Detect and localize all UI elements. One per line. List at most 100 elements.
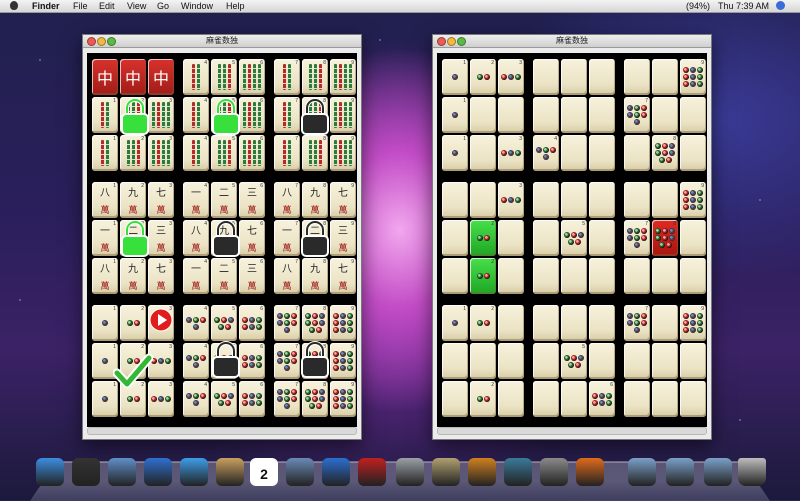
mahjong-tile[interactable] [624,182,650,218]
play-button-icon[interactable] [149,308,173,332]
mahjong-tile[interactable]: 2 [470,305,496,341]
mahjong-tile[interactable] [533,258,559,294]
mahjong-tile[interactable] [589,305,615,341]
documents-folder-icon[interactable] [666,458,694,486]
minimize-button[interactable] [97,37,106,46]
mahjong-tile[interactable] [589,135,615,171]
mahjong-tile[interactable] [498,381,524,417]
mahjong-tile[interactable]: 七萬3 [148,182,174,218]
mahjong-tile[interactable] [680,220,706,256]
ichat-icon[interactable] [180,458,208,486]
mahjong-tile[interactable]: 9 [330,59,356,95]
mahjong-tile[interactable] [442,343,468,379]
mahjong-tile[interactable] [442,381,468,417]
mahjong-tile[interactable]: 3 [498,182,524,218]
mahjong-tile[interactable] [652,305,678,341]
mahjong-tile[interactable]: 5 [561,220,587,256]
mahjong-tile[interactable] [589,182,615,218]
mahjong-tile[interactable] [680,258,706,294]
mahjong-tile[interactable] [498,258,524,294]
mahjong-tile[interactable] [533,220,559,256]
mahjong-tile[interactable]: 1 [92,135,118,171]
mahjong-tile[interactable]: 三萬9 [330,220,356,256]
mahjong-tile[interactable]: 4 [183,305,209,341]
mahjong-tile[interactable]: 二萬5 [211,258,237,294]
mahjong-tile[interactable]: 6 [239,343,265,379]
mahjong-tile[interactable] [498,343,524,379]
mahjong-tile[interactable] [624,135,650,171]
mahjong-tile[interactable]: 9 [330,305,356,341]
mahjong-tile[interactable] [589,59,615,95]
mahjong-tile[interactable] [680,97,706,133]
mail-icon[interactable] [108,458,136,486]
mahjong-tile[interactable]: 九萬2 [120,182,146,218]
mahjong-tile[interactable]: 七萬9 [330,182,356,218]
mahjong-tile[interactable]: 一萬7 [274,220,300,256]
mahjong-tile[interactable]: 八萬4 [183,220,209,256]
iphoto-icon[interactable] [286,458,314,486]
right-window-scrollbar[interactable] [437,427,707,435]
mahjong-tile[interactable] [533,381,559,417]
dashboard-icon[interactable] [72,458,100,486]
mahjong-tile[interactable] [442,220,468,256]
mahjong-tile[interactable]: 8 [652,135,678,171]
mahjong-tile[interactable]: 8 [652,220,678,256]
mahjong-tile[interactable] [470,343,496,379]
mahjong-tile[interactable] [652,97,678,133]
menu-file[interactable]: File [73,0,88,12]
mahjong-tile[interactable] [470,135,496,171]
mahjong-tile[interactable]: 4 [183,381,209,417]
mahjong-tile[interactable] [498,305,524,341]
mahjong-tile[interactable] [624,59,650,95]
mahjong-tile[interactable]: 4 [533,135,559,171]
mahjong-tile[interactable] [624,258,650,294]
mahjong-tile[interactable]: 2 [470,381,496,417]
mahjong-tile[interactable] [680,135,706,171]
mahjong-tile[interactable]: 八萬7 [274,258,300,294]
mahjong-tile[interactable]: 6 [239,59,265,95]
mahjong-tile[interactable]: 中 [92,59,118,95]
mahjong-tile[interactable]: 一萬4 [183,182,209,218]
preview-icon[interactable] [396,458,424,486]
mahjong-tile[interactable] [589,220,615,256]
mahjong-tile[interactable]: 八萬1 [92,182,118,218]
mahjong-tile[interactable]: 4 [183,135,209,171]
mahjong-tile[interactable] [533,343,559,379]
zoom-button[interactable] [107,37,116,46]
mahjong-tile[interactable]: 九萬8 [302,258,328,294]
mahjong-tile[interactable]: 2 [120,305,146,341]
mahjong-tile[interactable]: 3 [498,135,524,171]
itunes-icon[interactable] [322,458,350,486]
mahjong-tile[interactable] [442,258,468,294]
mahjong-tile[interactable]: 八萬7 [274,182,300,218]
mahjong-tile[interactable] [533,97,559,133]
mahjong-tile[interactable]: 9 [680,305,706,341]
mahjong-tile[interactable]: 八萬1 [92,258,118,294]
zoom-button[interactable] [457,37,466,46]
mahjong-tile[interactable] [652,182,678,218]
mahjong-tile[interactable]: 6 [239,97,265,133]
downloads-folder-icon[interactable] [704,458,732,486]
mahjong-tile[interactable]: 一萬1 [92,220,118,256]
menu-help[interactable]: Help [226,0,245,12]
mahjong-tile[interactable]: 5 [211,59,237,95]
mahjong-tile[interactable]: 5 [561,343,587,379]
photo-booth-icon[interactable] [358,458,386,486]
menu-view[interactable]: View [127,0,146,12]
mahjong-tile[interactable] [680,343,706,379]
mahjong-tile[interactable]: 4 [183,59,209,95]
mahjong-tile[interactable]: 4 [183,97,209,133]
spotlight-icon[interactable] [776,1,785,10]
mahjong-tile[interactable]: 7 [624,97,650,133]
mahjong-tile[interactable]: 3 [148,97,174,133]
mahjong-tile[interactable]: 1 [92,97,118,133]
mahjong-tile[interactable]: 9 [330,343,356,379]
mahjong-tile[interactable] [561,258,587,294]
mahjong-tile[interactable]: 9 [330,97,356,133]
mahjong-tile[interactable]: 2 [470,220,496,256]
lock-icon[interactable] [210,340,242,380]
mahjong-tile[interactable]: 3 [498,59,524,95]
mahjong-tile[interactable]: 7 [274,381,300,417]
battery-status[interactable]: (94%) [686,0,710,12]
firefox-icon[interactable] [576,458,604,486]
